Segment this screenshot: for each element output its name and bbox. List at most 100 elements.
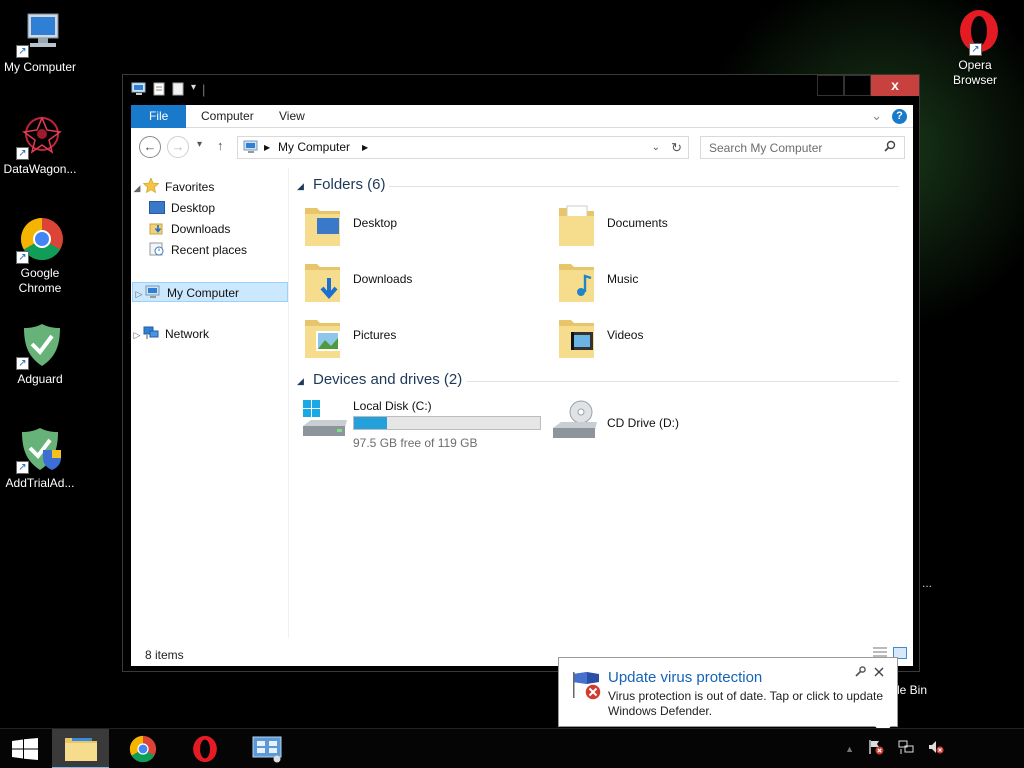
opera-icon [192,735,217,763]
folder-downloads-icon [303,258,343,304]
desktop-icon-my-computer[interactable]: ↗ My Computer [0,10,80,75]
shortcut-arrow-icon: ↗ [16,45,29,58]
desktop-icon-addtrial[interactable]: ↗ AddTrialAd... [0,426,80,491]
tab-view[interactable]: View [265,105,319,128]
recent-locations-dropdown[interactable]: ▾ [197,139,202,150]
desktop-icon-opera[interactable]: ↗ Opera Browser [935,8,1015,88]
nav-network-label: Network [165,327,210,341]
tab-file[interactable]: File [131,105,187,128]
folder-music[interactable]: Music [543,256,783,306]
new-folder-icon[interactable] [172,82,185,99]
customize-toolbar-dropdown[interactable]: ▾ [191,82,196,99]
tab-computer[interactable]: Computer [187,105,268,128]
adguard-icon: ↗ [16,322,64,370]
ribbon-right-controls: ⌄ ? [871,108,907,124]
recycle-bin-label[interactable]: le Bin [897,683,927,697]
toast-close-icon[interactable] [874,666,884,680]
shortcut-arrow-icon: ↗ [16,461,29,474]
expand-ribbon-icon[interactable]: ⌄ [871,108,882,124]
item-count: 8 items [145,648,184,662]
refresh-button[interactable]: ↻ [671,137,682,158]
local-disk-icon [301,398,349,445]
content-pane: ◢ Folders (6) Desktop Documents Download… [289,168,913,638]
nav-downloads-label: Downloads [171,222,231,236]
taskbar-control-panel[interactable] [238,729,295,768]
up-button[interactable]: ↑ [217,138,224,153]
forward-button[interactable]: → [167,136,189,158]
network-tray-icon[interactable] [898,739,914,758]
computer-small-icon[interactable] [131,82,147,99]
close-button[interactable]: x [871,75,919,96]
network-icon [143,326,159,339]
drive-c-free-space: 97.5 GB free of 119 GB [353,436,478,450]
collapse-arrow-icon[interactable]: ◢ [131,178,143,198]
desktop-small-icon [149,200,165,214]
search-input[interactable] [701,137,876,158]
volume-muted-icon[interactable] [928,739,944,758]
address-history-dropdown[interactable]: ⌄ [652,137,660,158]
folders-group-header[interactable]: ◢ Folders (6) [297,176,907,196]
nav-network[interactable]: ▷ Network [131,324,209,344]
drive-local-disk-c[interactable]: Local Disk (C:) 97.5 GB free of 119 GB [289,398,549,454]
folder-pictures[interactable]: Pictures [289,312,529,362]
nav-recent-places[interactable]: Recent places [149,240,247,260]
search-box[interactable] [700,136,905,159]
devices-group-header[interactable]: ◢ Devices and drives (2) [297,371,907,391]
drive-d-name: CD Drive (D:) [607,416,679,430]
cd-drive-icon [551,400,599,447]
folders-heading: Folders (6) [313,176,386,193]
back-button[interactable]: ← [139,136,161,158]
drive-c-usage-bar [353,416,541,430]
breadcrumb-chevron-icon[interactable]: ▶ [362,137,368,158]
breadcrumb-my-computer[interactable]: My Computer [278,137,350,158]
start-button[interactable] [0,729,50,768]
search-icon[interactable] [884,140,896,155]
folder-music-label: Music [607,272,639,286]
folder-downloads[interactable]: Downloads [289,256,529,306]
group-divider [467,381,899,382]
defender-toast[interactable]: Update virus protection Virus protection… [558,657,898,736]
nav-my-computer[interactable]: ▷ My Computer [132,282,288,302]
file-explorer-icon [64,738,97,761]
properties-icon[interactable] [153,82,166,99]
navigation-bar: ← → ▾ ↑ ▶ My Computer ▶ ⌄ ↻ [131,128,913,168]
desktop-icon-google-chrome[interactable]: ↗ Google Chrome [0,216,80,296]
folder-videos-label: Videos [607,328,644,342]
desktop-icon-label: DataWagon... [3,162,77,176]
taskbar-file-explorer[interactable] [52,729,109,768]
nav-recent-places-label: Recent places [171,243,248,257]
desktop-icon-adguard[interactable]: ↗ Adguard [0,322,80,387]
folder-downloads-label: Downloads [353,272,413,286]
toast-settings-icon[interactable] [855,666,866,680]
toast-title: Update virus protection [608,669,763,686]
minimize-button[interactable] [817,75,844,96]
help-icon[interactable]: ? [892,108,907,124]
folder-documents[interactable]: Documents [543,200,783,250]
computer-icon: ↗ [16,10,64,58]
address-bar[interactable]: ▶ My Computer ▶ ⌄ ↻ [237,136,689,159]
breadcrumb-chevron-icon[interactable]: ▶ [264,137,270,158]
taskbar-chrome[interactable] [114,729,171,768]
recent-places-icon [149,242,165,256]
collapse-arrow-icon[interactable]: ◢ [297,376,304,387]
action-center-flag-icon[interactable] [868,739,884,758]
folder-videos-icon [557,314,597,360]
title-bar[interactable]: ▾ | x [123,75,919,105]
collapse-arrow-icon[interactable]: ◢ [297,181,304,192]
nav-favorites[interactable]: ◢ Favorites [131,177,214,197]
folder-videos[interactable]: Videos [543,312,783,362]
maximize-button[interactable] [844,75,871,96]
taskbar-opera[interactable] [176,729,233,768]
shortcut-arrow-icon: ↗ [16,147,29,160]
drive-c-name: Local Disk (C:) [353,399,432,413]
desktop-icon-datawagon[interactable]: ↗ DataWagon... [0,112,80,177]
expand-arrow-icon[interactable]: ▷ [133,284,145,304]
computer-small-icon [243,140,259,161]
folder-desktop[interactable]: Desktop [289,200,529,250]
show-hidden-icons-arrow[interactable]: ▲ [845,744,854,754]
drive-cd-d[interactable]: CD Drive (D:) [543,398,803,454]
shortcut-arrow-icon: ↗ [16,251,29,264]
expand-arrow-icon[interactable]: ▷ [131,325,143,345]
nav-desktop[interactable]: Desktop [149,198,215,218]
nav-downloads[interactable]: Downloads [149,219,230,239]
